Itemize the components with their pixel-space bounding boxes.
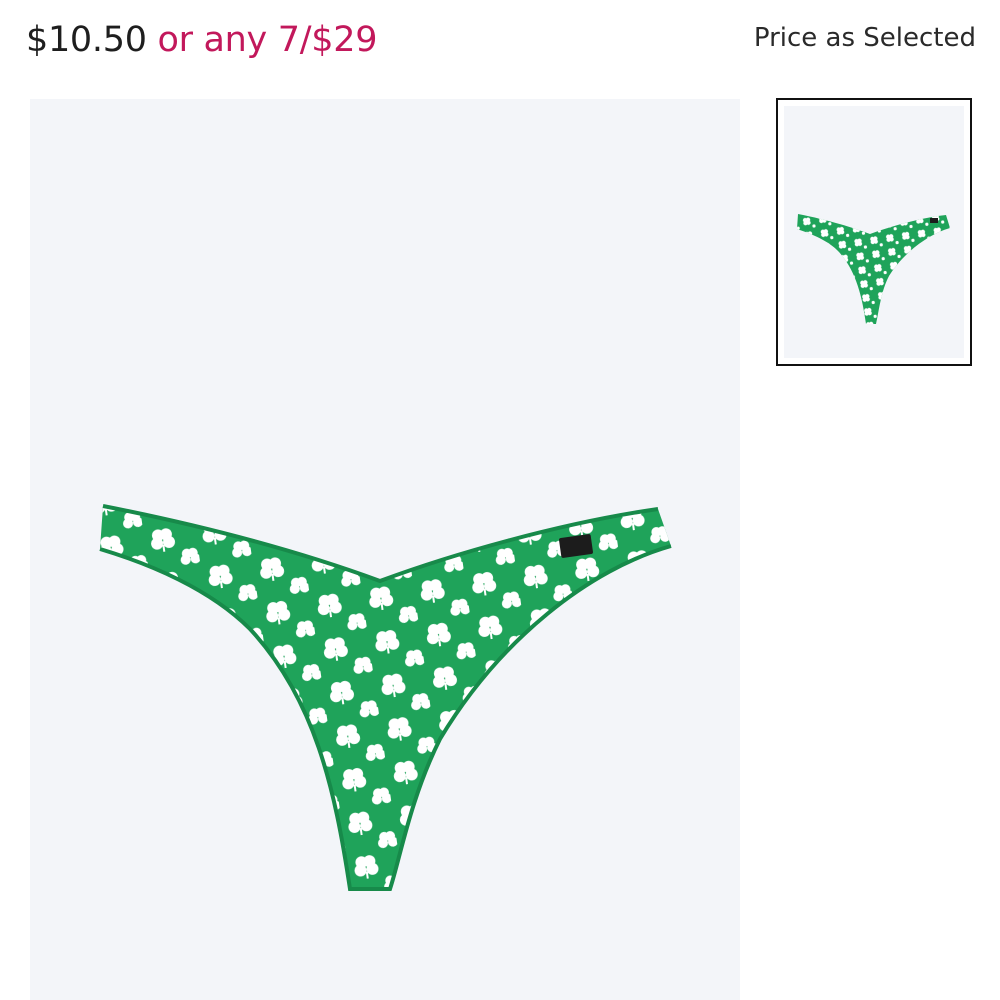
- price-row: $10.50 or any 7/$29: [26, 14, 377, 66]
- price-note: Price as Selected: [753, 23, 976, 53]
- thumbnail-image: [784, 106, 964, 358]
- price-amount: $10.50: [26, 20, 147, 60]
- price-promo: or any 7/$29: [157, 20, 378, 60]
- product-photo: [99, 504, 672, 891]
- thumbnail-selected[interactable]: [776, 98, 972, 366]
- product-thumbnail-photo: [797, 214, 950, 324]
- product-main-image[interactable]: [30, 99, 740, 1000]
